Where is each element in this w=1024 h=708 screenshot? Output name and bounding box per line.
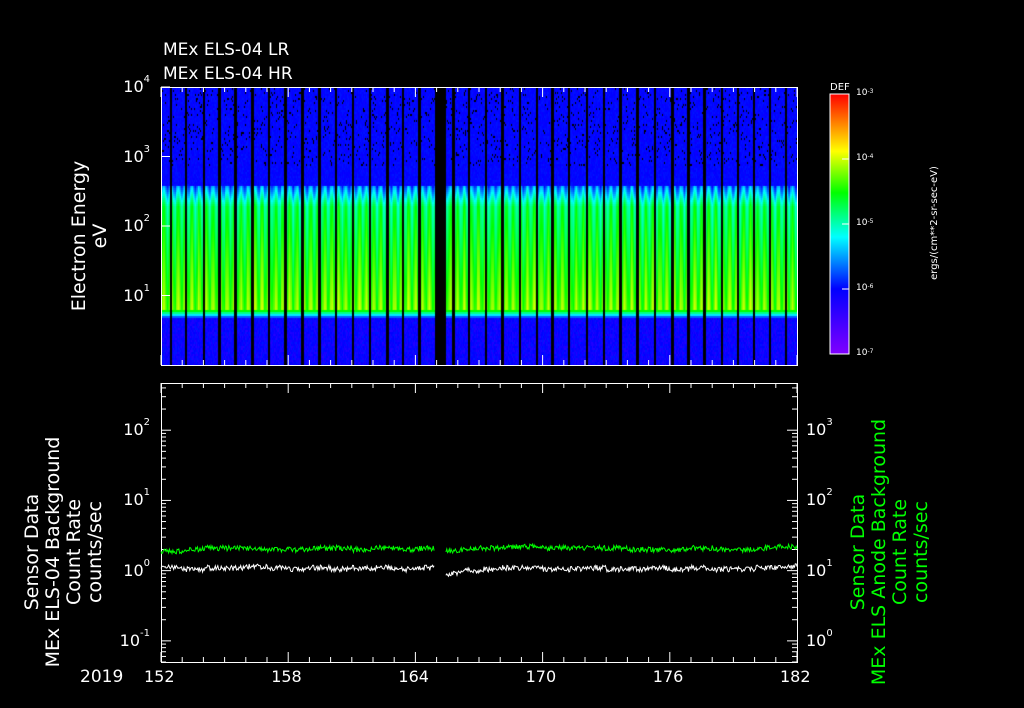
xtick-label-base: 170	[525, 667, 557, 686]
xtick-label-base: 182	[780, 667, 811, 686]
top-ytick-label: 104	[123, 74, 150, 96]
top-ytick-label-base: 10	[123, 77, 144, 96]
left-ytick-label-base: 10	[123, 420, 144, 440]
xtick-label: 158	[271, 667, 302, 686]
left-ytick-label-base: 10	[123, 490, 144, 510]
right-ytick-label: 102	[806, 487, 833, 510]
xtick-label: 164	[398, 667, 429, 686]
left-ytick-label: 102	[123, 417, 150, 440]
top-ytick-label-exp: 1	[143, 282, 150, 294]
els04-background-line	[160, 563, 435, 574]
xtick-label-base: 158	[271, 667, 302, 686]
right-ytick-label: 101	[806, 557, 833, 580]
xtick-label: 152	[144, 667, 175, 686]
colorbar-tick-label: 10-6	[856, 283, 873, 293]
right-ytick-label-exp: 3	[826, 417, 833, 429]
left-ytick-label: 101	[123, 487, 150, 510]
left-ytick-label-exp: 2	[143, 417, 150, 429]
top-ytick-label: 101	[123, 282, 150, 305]
xtick-label-base: 152	[144, 667, 175, 686]
left-ytick-label-base: 10	[123, 560, 144, 580]
els04-background-line	[445, 563, 798, 578]
top-ytick-label-exp: 2	[143, 213, 150, 224]
top-ytick-label-base: 10	[123, 216, 144, 235]
colorbar-label: DEF	[830, 82, 850, 93]
right-ylabel: Sensor Data MEx ELS Anode Background Count…	[847, 418, 932, 686]
left-ytick-label: 10-1	[119, 627, 150, 650]
right-ytick-label-exp: 0	[826, 627, 833, 639]
top-ytick-label: 103	[123, 143, 150, 166]
left-ylabel: Sensor Data MEx ELS-04 Background Count Ra…	[21, 436, 106, 668]
tl-exp: -3	[867, 88, 874, 95]
left-ytick-label-exp: 1	[143, 487, 150, 499]
colorbar-tick-label: 10-7	[856, 348, 873, 358]
tl-base: 10	[856, 218, 868, 228]
anode-background-line	[160, 543, 435, 556]
top-ylabel: Electron Energy eV	[68, 160, 111, 312]
xtick-label: 182	[780, 667, 811, 686]
tl-base: 10	[856, 348, 868, 358]
left-ytick-label-exp: -1	[140, 627, 150, 639]
right-ytick-label-exp: 2	[826, 487, 833, 499]
left-ytick-label: 100	[123, 557, 150, 580]
right-ytick-label-base: 10	[806, 630, 827, 650]
tl-base: 10	[856, 153, 868, 163]
colorbar-tick-label: 10-3	[856, 88, 873, 98]
tl-exp: -5	[867, 218, 874, 225]
tl-exp: -6	[867, 283, 874, 290]
right-ytick-label: 103	[806, 417, 833, 440]
colorbar-tick-label: 10-5	[856, 218, 873, 228]
left-ytick-label-exp: 0	[143, 557, 150, 569]
top-ytick-label-exp: 4	[143, 74, 150, 85]
tl-base: 10	[856, 88, 868, 98]
xtick-label-base: 164	[398, 667, 429, 686]
top-ytick-label-base: 10	[123, 146, 144, 166]
top-ytick-label-exp: 3	[143, 143, 150, 155]
xtick-label: 170	[526, 667, 557, 686]
tl-exp: -7	[867, 348, 874, 355]
xtick-label-base: 176	[652, 667, 684, 686]
top-ytick-label: 102	[123, 213, 150, 235]
count-rate-frame	[161, 383, 798, 663]
right-ytick-label-base: 10	[806, 490, 827, 510]
colorbar-units: ergs/(cm**2-sr-sec-eV)	[929, 166, 940, 280]
xtick-label: 176	[653, 667, 684, 686]
tl-exp: -4	[867, 153, 874, 160]
right-ytick-label-base: 10	[806, 420, 827, 440]
right-ytick-label-exp: 1	[826, 557, 833, 569]
right-ytick-label-base: 10	[806, 560, 827, 580]
tl-base: 10	[856, 283, 868, 293]
anode-background-line	[445, 542, 798, 555]
left-ytick-label-base: 10	[119, 630, 141, 650]
spectrogram-frame	[161, 87, 798, 366]
year-label: 2019	[80, 667, 124, 687]
top-ytick-label-base: 10	[123, 285, 144, 305]
colorbar-tick-label: 10-4	[856, 153, 873, 163]
right-ytick-label: 100	[806, 627, 833, 650]
